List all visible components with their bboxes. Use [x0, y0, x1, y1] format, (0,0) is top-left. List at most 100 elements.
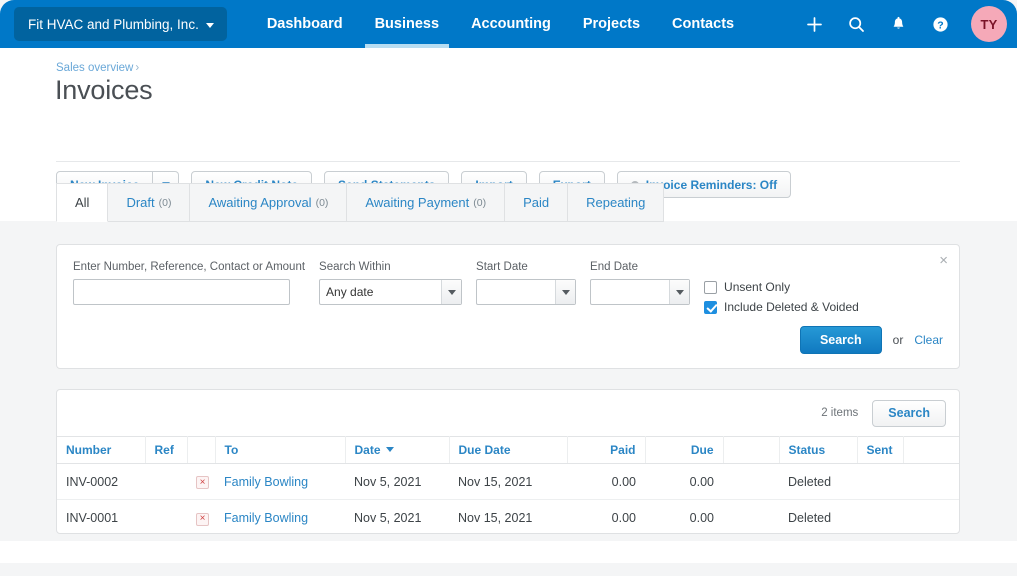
cell-due-date: Nov 15, 2021 — [458, 510, 533, 525]
tab-awaiting-payment-count: (0) — [473, 196, 487, 209]
cell-flag: × — [187, 500, 215, 536]
search-within-group: Search Within Any date — [319, 261, 463, 305]
invoice-table: Number Ref To Date Due Date Paid Due Sta… — [57, 436, 959, 536]
bell-icon[interactable] — [879, 5, 917, 43]
cell-to[interactable]: Family Bowling — [215, 463, 345, 500]
cell-paid: 0.00 — [611, 510, 636, 525]
results-search-button[interactable]: Search — [872, 399, 946, 427]
search-panel-actions: Search or Clear — [799, 326, 943, 354]
nav-item-projects[interactable]: Projects — [567, 0, 656, 48]
column-header-due-date[interactable]: Due Date — [449, 436, 568, 464]
organization-name: Fit HVAC and Plumbing, Inc. — [28, 16, 199, 32]
or-text: or — [892, 333, 904, 347]
tab-paid[interactable]: Paid — [505, 183, 569, 222]
column-header-sent[interactable]: Sent — [857, 436, 904, 464]
end-date-input[interactable] — [590, 279, 691, 305]
cell-sent — [857, 500, 903, 536]
cell-actions — [903, 500, 959, 536]
cell-sent — [857, 463, 903, 500]
tab-all[interactable]: All — [56, 183, 109, 222]
tab-paid-label: Paid — [523, 195, 550, 210]
nav-item-contacts-label: Contacts — [672, 16, 735, 32]
cell-ref — [145, 500, 187, 536]
search-icon[interactable] — [837, 5, 875, 43]
column-header-status[interactable]: Status — [779, 436, 858, 464]
page-footer-background — [0, 563, 1017, 576]
chevron-down-icon — [555, 280, 576, 304]
page-title: Invoices — [55, 75, 153, 105]
cell-spacer — [723, 463, 779, 500]
column-header-ref[interactable]: Ref — [145, 436, 188, 464]
table-header-row: Number Ref To Date Due Date Paid Due Sta… — [57, 436, 959, 464]
deleted-x-icon[interactable]: × — [196, 476, 209, 490]
table-row[interactable]: INV-0002 × Family Bowling Nov 5, 2021 No… — [57, 463, 959, 500]
filter-checkboxes: Unsent Only Include Deleted & Voided — [704, 261, 859, 314]
help-icon[interactable]: ? — [921, 5, 959, 43]
search-fields-row: Enter Number, Reference, Contact or Amou… — [73, 261, 859, 314]
tab-awaiting-payment-label: Awaiting Payment — [365, 195, 470, 210]
cell-flag: × — [187, 463, 215, 500]
cell-number: INV-0002 — [57, 463, 145, 500]
column-header-date[interactable]: Date — [345, 436, 450, 464]
contact-link[interactable]: Family Bowling — [224, 475, 308, 489]
avatar[interactable]: TY — [971, 6, 1007, 42]
cell-to[interactable]: Family Bowling — [215, 500, 345, 536]
search-submit-button[interactable]: Search — [799, 326, 882, 354]
tab-repeating-label: Repeating — [586, 195, 646, 210]
search-submit-label: Search — [819, 333, 862, 347]
query-label: Enter Number, Reference, Contact or Amou… — [73, 261, 306, 273]
deleted-x-icon[interactable]: × — [196, 512, 209, 526]
cell-actions — [903, 463, 959, 500]
unsent-only-label: Unsent Only — [724, 280, 791, 294]
breadcrumb-sales-overview[interactable]: Sales overview — [56, 62, 133, 74]
header-divider — [56, 161, 960, 162]
nav-item-business[interactable]: Business — [359, 0, 455, 48]
search-filter-panel: × Enter Number, Reference, Contact or Am… — [56, 244, 960, 369]
start-date-input[interactable] — [476, 279, 577, 305]
close-icon[interactable]: × — [939, 253, 948, 268]
query-field-group: Enter Number, Reference, Contact or Amou… — [73, 261, 305, 305]
tab-repeating[interactable]: Repeating — [568, 183, 665, 222]
clear-link[interactable]: Clear — [914, 333, 943, 347]
plus-icon[interactable] — [795, 5, 833, 43]
tab-all-label: All — [75, 195, 90, 210]
search-within-select[interactable]: Any date — [319, 279, 463, 305]
cell-status: Deleted — [788, 510, 832, 525]
organization-switcher[interactable]: Fit HVAC and Plumbing, Inc. — [14, 7, 227, 41]
main-nav-links: Dashboard Business Accounting Projects C… — [251, 0, 750, 48]
page-body: × Enter Number, Reference, Contact or Am… — [0, 221, 1017, 541]
column-header-flag — [187, 436, 216, 464]
nav-item-accounting[interactable]: Accounting — [455, 0, 567, 48]
nav-item-contacts[interactable]: Contacts — [656, 0, 750, 48]
include-deleted-checkbox[interactable] — [704, 300, 718, 314]
end-date-group: End Date — [590, 261, 691, 305]
tab-draft-count: (0) — [158, 196, 172, 209]
column-header-to[interactable]: To — [215, 436, 346, 464]
nav-item-projects-label: Projects — [582, 16, 641, 32]
nav-item-business-label: Business — [374, 16, 440, 32]
nav-item-dashboard[interactable]: Dashboard — [251, 0, 359, 48]
results-search-label: Search — [888, 406, 930, 420]
column-header-number[interactable]: Number — [57, 436, 146, 464]
avatar-initials: TY — [980, 16, 998, 32]
breadcrumb[interactable]: Sales overview › — [56, 62, 139, 74]
tab-awaiting-approval[interactable]: Awaiting Approval (0) — [190, 183, 348, 222]
table-row[interactable]: INV-0001 × Family Bowling Nov 5, 2021 No… — [57, 500, 959, 536]
unsent-only-checkbox-row[interactable]: Unsent Only — [704, 280, 859, 294]
column-header-paid[interactable]: Paid — [567, 436, 646, 464]
column-header-due[interactable]: Due — [645, 436, 724, 464]
cell-date: Nov 5, 2021 — [354, 510, 422, 525]
results-toolbar: 2 items Search — [57, 390, 959, 436]
column-header-date-label: Date — [354, 443, 381, 457]
search-within-value: Any date — [326, 285, 374, 299]
cell-date: Nov 5, 2021 — [345, 463, 449, 500]
search-input[interactable] — [73, 279, 290, 305]
tab-awaiting-payment[interactable]: Awaiting Payment (0) — [347, 183, 506, 222]
unsent-only-checkbox[interactable] — [704, 280, 718, 294]
cell-due: 0.00 — [645, 463, 723, 500]
include-deleted-checkbox-row[interactable]: Include Deleted & Voided — [704, 300, 859, 314]
contact-link[interactable]: Family Bowling — [224, 511, 308, 525]
tab-draft-label: Draft — [126, 195, 155, 210]
tab-draft[interactable]: Draft (0) — [108, 183, 191, 222]
cell-status: Deleted — [779, 463, 857, 500]
